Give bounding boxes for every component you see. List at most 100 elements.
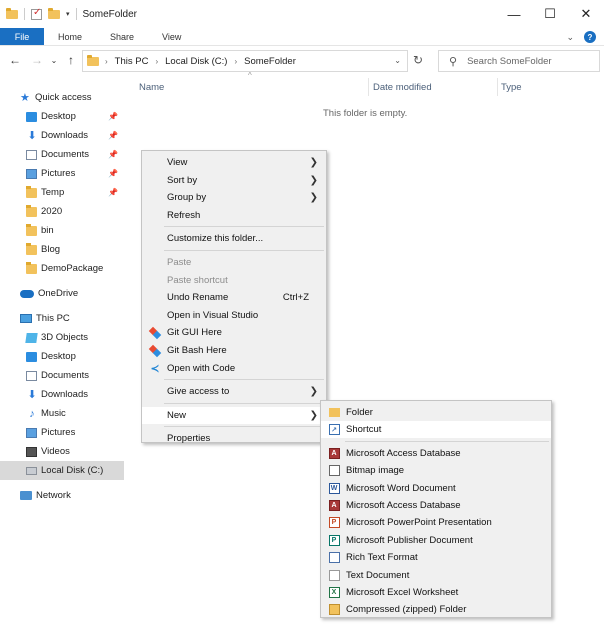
nav-network[interactable]: Network	[0, 486, 124, 505]
properties-icon[interactable]	[31, 7, 42, 20]
column-header-date-modified[interactable]: Date modified	[373, 78, 432, 96]
publisher-icon: P	[328, 534, 340, 546]
new-item-microsoft-access-database[interactable]: A Microsoft Access Database	[321, 497, 551, 514]
nav-item-downloads[interactable]: ⬇ Downloads 📌	[0, 126, 124, 145]
column-header-type[interactable]: Type	[501, 78, 522, 96]
pin-icon[interactable]: 📌	[108, 169, 118, 178]
nav-item-label: bin	[41, 225, 54, 236]
pin-icon[interactable]: 📌	[108, 150, 118, 159]
nav-item-desktop[interactable]: Desktop 📌	[0, 107, 124, 126]
recent-locations-icon[interactable]: ⌄	[48, 56, 60, 65]
nav-this-pc[interactable]: This PC	[0, 309, 124, 328]
chevron-right-icon: ❯	[309, 192, 318, 204]
folder-icon	[6, 7, 18, 19]
chevron-down-icon[interactable]: ⌄	[394, 56, 401, 65]
menu-item-label: Bitmap image	[346, 465, 405, 477]
pin-icon[interactable]: 📌	[108, 131, 118, 140]
column-divider[interactable]	[497, 78, 498, 96]
nav-item-blog[interactable]: Blog	[0, 240, 124, 259]
tab-home[interactable]: Home	[44, 28, 96, 45]
nav-item-videos[interactable]: Videos	[0, 442, 124, 461]
nav-item-pictures[interactable]: Pictures 📌	[0, 164, 124, 183]
search-input[interactable]: ⚲ Search SomeFolder	[438, 50, 600, 72]
column-divider[interactable]	[368, 78, 369, 96]
nav-item-documents[interactable]: Documents 📌	[0, 145, 124, 164]
new-item-bitmap-image[interactable]: Bitmap image	[321, 462, 551, 479]
menu-item-git-bash-here[interactable]: Git Bash Here	[142, 342, 326, 359]
menu-item-paste[interactable]: Paste	[142, 254, 326, 271]
tab-file[interactable]: File	[0, 28, 44, 45]
nav-item-documents[interactable]: Documents	[0, 366, 124, 385]
menu-item-open-with-code[interactable]: ≺ Open with Code	[142, 360, 326, 377]
pin-icon[interactable]: 📌	[108, 188, 118, 197]
menu-item-git-gui-here[interactable]: Git GUI Here	[142, 324, 326, 341]
chevron-right-icon[interactable]: ›	[234, 57, 237, 66]
nav-item-pictures[interactable]: Pictures	[0, 423, 124, 442]
nav-onedrive[interactable]: OneDrive	[0, 284, 124, 303]
column-header-name[interactable]: Name	[139, 78, 164, 96]
breadcrumb-this-pc[interactable]: This PC	[115, 56, 149, 67]
nav-item-demopackage[interactable]: DemoPackage	[0, 259, 124, 278]
nav-item-music[interactable]: ♪ Music	[0, 404, 124, 423]
nav-quick-access[interactable]: ★ Quick access	[0, 88, 124, 107]
nav-item-label: Local Disk (C:)	[41, 465, 104, 476]
new-item-microsoft-access-database[interactable]: A Microsoft Access Database	[321, 445, 551, 462]
new-item-microsoft-word-document[interactable]: W Microsoft Word Document	[321, 480, 551, 497]
minimize-button[interactable]: —	[496, 0, 532, 28]
menu-item-label: Microsoft Access Database	[346, 500, 461, 511]
new-item-microsoft-publisher-document[interactable]: P Microsoft Publisher Document	[321, 532, 551, 549]
nav-item-3d-objects[interactable]: 3D Objects	[0, 328, 124, 347]
nav-item-2020[interactable]: 2020	[0, 202, 124, 221]
address-bar[interactable]: › This PC › Local Disk (C:) › SomeFolder…	[82, 50, 408, 72]
chevron-right-icon[interactable]: ›	[155, 57, 158, 66]
nav-item-desktop[interactable]: Desktop	[0, 347, 124, 366]
menu-item-give-access-to[interactable]: Give access to ❯	[142, 383, 326, 400]
menu-item-label: Compressed (zipped) Folder	[346, 604, 467, 616]
refresh-icon[interactable]: ↻	[413, 53, 423, 67]
title-bar: ▾ SomeFolder — ☐ ✕	[0, 0, 604, 28]
menu-item-undo-rename[interactable]: Undo Rename Ctrl+Z	[142, 289, 326, 306]
menu-item-properties[interactable]: Properties	[142, 430, 326, 447]
menu-item-refresh[interactable]: Refresh	[142, 207, 326, 224]
nav-item-local-disk-c[interactable]: Local Disk (C:)	[0, 461, 124, 480]
menu-item-label: Sort by	[167, 174, 198, 186]
videos-icon	[26, 446, 37, 457]
new-item-folder[interactable]: Folder	[321, 404, 551, 421]
nav-item-bin[interactable]: bin	[0, 221, 124, 240]
tab-view[interactable]: View	[148, 28, 195, 45]
menu-item-group-by[interactable]: Group by ❯	[142, 189, 326, 206]
tab-share[interactable]: Share	[96, 28, 148, 45]
new-item-shortcut[interactable]: ↗ Shortcut	[321, 421, 551, 439]
menu-item-paste-shortcut[interactable]: Paste shortcut	[142, 272, 326, 289]
new-item-text-document[interactable]: Text Document	[321, 567, 551, 584]
new-item-compressed-zipped-folder[interactable]: Compressed (zipped) Folder	[321, 601, 551, 618]
menu-item-new[interactable]: New ❯	[142, 406, 326, 424]
nav-item-label: Music	[41, 408, 66, 419]
new-item-microsoft-powerpoint-presentation[interactable]: P Microsoft PowerPoint Presentation	[321, 514, 551, 531]
pictures-icon	[26, 168, 37, 179]
chevron-right-icon: ❯	[309, 386, 318, 398]
maximize-button[interactable]: ☐	[532, 0, 568, 28]
menu-separator	[345, 440, 549, 442]
menu-item-customize-this-folder[interactable]: Customize this folder...	[142, 230, 326, 247]
new-folder-icon[interactable]	[48, 7, 60, 19]
menu-item-sort-by[interactable]: Sort by ❯	[142, 172, 326, 189]
nav-item-downloads[interactable]: ⬇ Downloads	[0, 385, 124, 404]
menu-item-view[interactable]: View ❯	[142, 154, 326, 171]
nav-item-temp[interactable]: Temp 📌	[0, 183, 124, 202]
pin-icon[interactable]: 📌	[108, 112, 118, 121]
forward-arrow-icon[interactable]: →	[26, 53, 48, 67]
up-arrow-icon[interactable]: ↑	[60, 53, 82, 67]
back-arrow-icon[interactable]: ←	[4, 53, 26, 67]
new-item-microsoft-excel-worksheet[interactable]: X Microsoft Excel Worksheet	[321, 584, 551, 601]
chevron-down-icon[interactable]: ⌄	[566, 32, 574, 43]
chevron-right-icon[interactable]: ›	[105, 57, 108, 66]
chevron-down-icon[interactable]: ▾	[66, 10, 70, 18]
divider	[75, 8, 77, 20]
breadcrumb-local-disk[interactable]: Local Disk (C:)	[165, 56, 227, 67]
breadcrumb-somefolder[interactable]: SomeFolder	[244, 56, 296, 67]
new-item-rich-text-format[interactable]: Rich Text Format	[321, 549, 551, 566]
close-button[interactable]: ✕	[568, 0, 604, 28]
help-icon[interactable]: ?	[584, 31, 596, 43]
menu-item-open-in-visual-studio[interactable]: Open in Visual Studio	[142, 307, 326, 324]
